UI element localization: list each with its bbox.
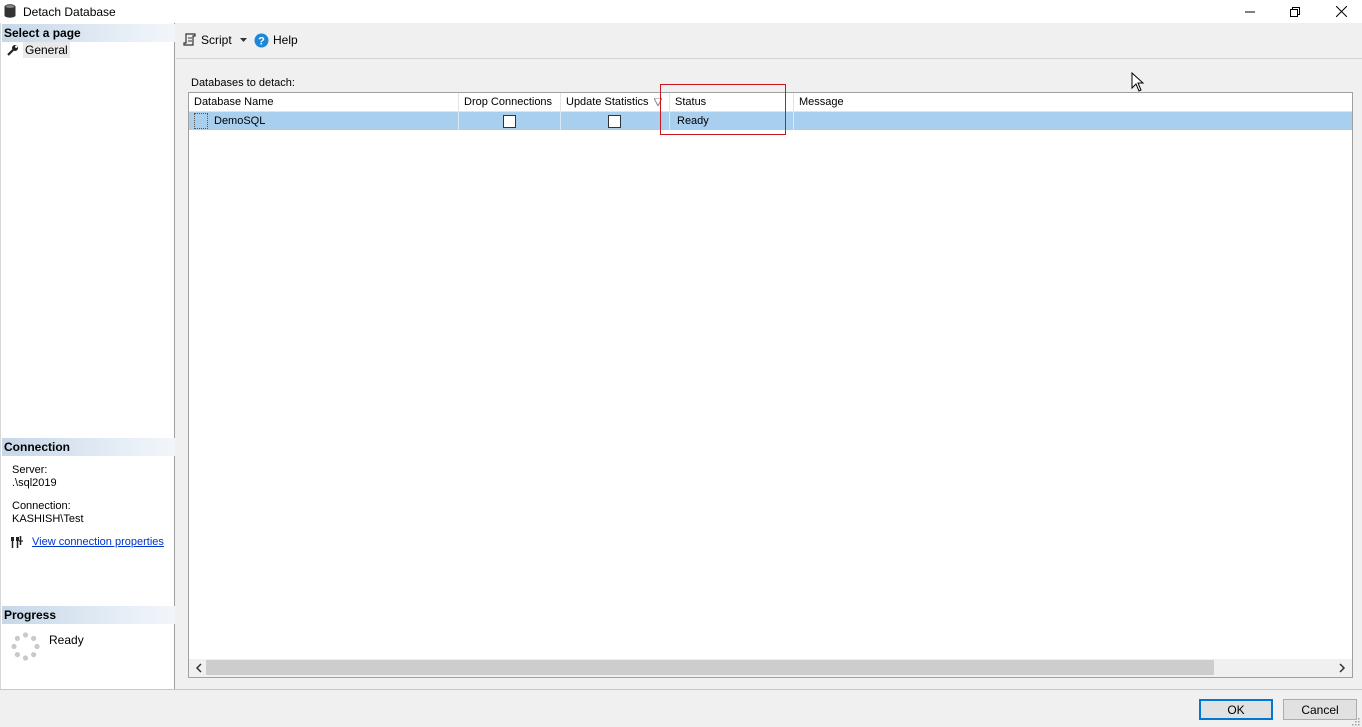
column-header-drop-connections[interactable]: Drop Connections [459,93,561,112]
wrench-icon [7,45,18,56]
help-label: Help [273,33,298,47]
drop-connections-checkbox[interactable] [503,115,516,128]
update-statistics-checkbox[interactable] [608,115,621,128]
dialog-button-bar: OK Cancel [0,689,1362,727]
progress-header: Progress [2,606,175,624]
close-button[interactable] [1318,0,1362,23]
progress-status: Ready [10,631,84,662]
connection-header: Connection [2,438,175,456]
left-panel: Select a page General Connection Server:… [0,23,175,689]
progress-status-text: Ready [49,633,84,647]
databases-grid[interactable]: Database Name Drop Connections Update St… [188,92,1353,678]
window-title: Detach Database [23,5,116,19]
cancel-button[interactable]: Cancel [1283,699,1357,720]
column-header-database-name[interactable]: Database Name [189,93,459,112]
view-connection-properties[interactable]: View connection properties [10,535,164,549]
connection-value: KASHISH\Test [12,513,84,525]
horizontal-scrollbar[interactable] [189,659,1352,677]
update-statistics-header-label: Update Statistics [566,96,649,108]
column-header-update-statistics[interactable]: Update Statistics [561,93,670,112]
connection-label: Connection: [12,500,71,512]
page-item-label: General [23,42,70,58]
scroll-left-icon[interactable] [194,663,204,673]
databases-to-detach-label: Databases to detach: [191,77,295,89]
server-label: Server: [12,464,48,476]
view-connection-properties-link[interactable]: View connection properties [32,536,164,548]
cell-update-statistics [561,112,670,130]
database-icon [4,4,16,18]
resize-grip-icon[interactable] [1351,717,1360,726]
script-label: Script [201,33,232,47]
scroll-right-icon[interactable] [1337,663,1347,673]
help-button[interactable]: ? Help [254,31,298,49]
column-header-message[interactable]: Message [794,93,1352,112]
ok-button[interactable]: OK [1199,699,1273,720]
title-bar: Detach Database [0,0,1362,23]
help-icon: ? [254,33,269,47]
cell-message [794,112,1352,130]
status-highlight-box [660,84,786,135]
mouse-cursor-icon [1131,72,1145,92]
cell-drop-connections [459,112,561,130]
page-item-general[interactable]: General [7,42,70,58]
close-icon [1335,6,1347,17]
connection-properties-icon [11,536,23,548]
detach-database-window: Detach Database Select a page General Co… [0,0,1362,727]
restore-icon [1290,6,1300,17]
chevron-down-icon[interactable] [239,38,247,42]
minimize-button[interactable] [1227,0,1273,23]
server-value: .\sql2019 [12,477,57,489]
script-icon [183,33,196,46]
minimize-icon [1245,11,1255,12]
scrollbar-thumb[interactable] [206,660,1214,675]
script-button[interactable]: Script [183,31,247,49]
progress-spinner-icon [11,632,40,661]
toolbar: Script ? Help [176,23,1362,59]
select-page-header: Select a page [2,24,175,42]
restore-button[interactable] [1272,0,1318,23]
cell-database-name: DemoSQL [189,112,459,130]
svg-text:?: ? [258,35,265,47]
